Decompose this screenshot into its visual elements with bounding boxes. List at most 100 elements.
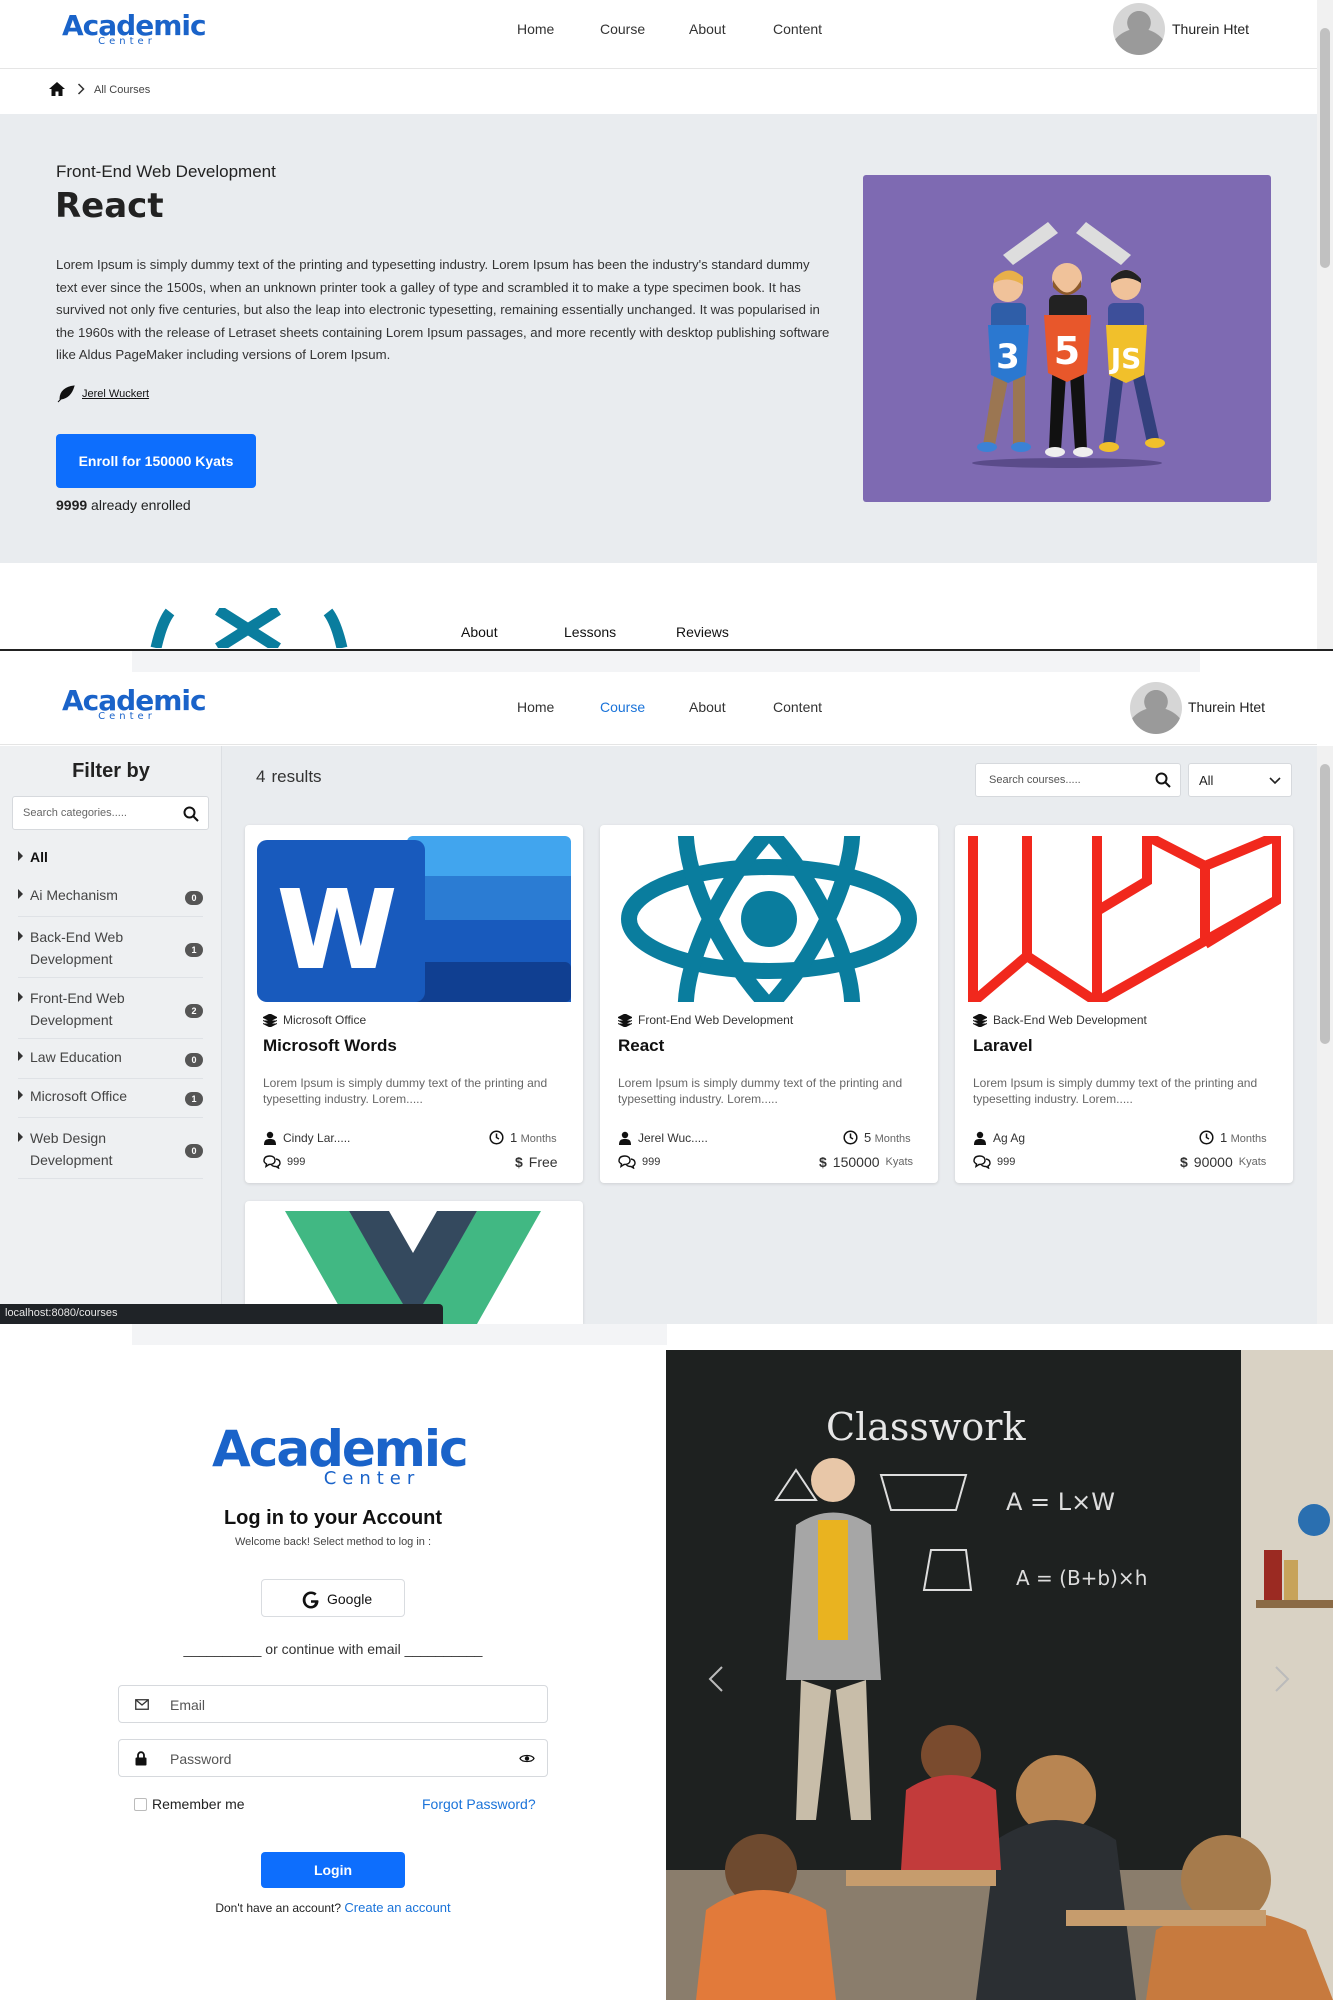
category-count: 2 [185,1004,203,1018]
results-count: 4 results [256,767,322,787]
microsoft-word-icon: W [257,836,571,1002]
category-label: Microsoft Office [30,1088,127,1104]
scrollbar[interactable] [1317,0,1333,650]
price-value: 90000 [1193,1154,1233,1170]
home-icon[interactable] [48,81,66,97]
create-account-link[interactable]: Create an account [344,1900,450,1915]
carousel-next-icon[interactable] [1274,1665,1290,1693]
duration-value: 1 [1220,1130,1228,1145]
tab-about[interactable]: About [461,624,498,640]
instructor-name: Jerel Wuc..... [638,1131,708,1145]
comments-icon [973,1155,991,1169]
course-image: 3 5 JS [863,175,1271,502]
duration-unit: Months [520,1133,557,1145]
search-icon[interactable] [183,806,199,822]
card-price: $ 90000 Kyats [1180,1154,1266,1170]
instructor-name: Ag Ag [993,1131,1026,1145]
login-title: Log in to your Account [223,1507,443,1529]
classroom-illustration: Classwork A = L×W A = (B+b)×h [666,1350,1333,2000]
category-count: 1 [185,943,203,957]
eye-icon[interactable] [519,1753,535,1764]
course-card[interactable]: Back-End Web Development Laravel Lorem I… [955,825,1293,1183]
forgot-password-link[interactable]: Forgot Password? [422,1796,536,1812]
nav-about[interactable]: About [689,21,726,37]
clock-icon [843,1130,858,1145]
classroom-photo: Classwork A = L×W A = (B+b)×h [666,1350,1333,2000]
category-web-design[interactable]: Web Design Development 0 [18,1127,203,1179]
instructor-link[interactable]: Jerel Wuckert [82,388,149,400]
card-title[interactable]: Laravel [973,1036,1033,1056]
nav-course[interactable]: Course [600,21,645,37]
nav-home[interactable]: Home [517,21,554,37]
category-law[interactable]: Law Education 0 [18,1049,203,1079]
react-atom-icon [621,787,917,1051]
results-number: 4 [256,767,266,786]
dollar-icon: $ [515,1154,523,1170]
category-microsoft-office[interactable]: Microsoft Office 1 [18,1088,203,1118]
remember-checkbox[interactable] [134,1798,147,1811]
card-category: Microsoft Office [263,1013,366,1027]
email-divider: __________ or continue with email ______… [183,1641,483,1657]
top-navbar: Academic Center Home Course About Conten… [0,672,1317,745]
password-field[interactable]: Password [118,1739,548,1777]
avatar[interactable] [1130,682,1182,734]
nav-content[interactable]: Content [773,699,822,715]
card-title[interactable]: Microsoft Words [263,1036,397,1056]
course-search-placeholder: Search courses..... [989,774,1081,786]
search-icon[interactable] [1155,772,1171,788]
card-instructor: Cindy Lar..... [263,1131,350,1145]
price-value: Free [528,1154,558,1170]
results-label: results [271,767,322,786]
breadcrumb: All Courses [0,70,1317,114]
carousel-prev-icon[interactable] [708,1665,724,1693]
dollar-icon: $ [819,1154,827,1170]
nav-home[interactable]: Home [517,699,554,715]
user-name[interactable]: Thurein Htet [1188,699,1265,715]
category-front-end[interactable]: Front-End Web Development 2 [18,987,203,1039]
category-search[interactable]: Search categories..... [12,796,209,830]
developers-illustration: 3 5 JS [972,222,1165,468]
course-card[interactable]: W Microsoft Office Microsoft Words Lorem… [245,825,583,1183]
layers-icon [973,1013,987,1027]
nav-content[interactable]: Content [773,21,822,37]
category-count: 0 [185,891,203,905]
card-category: Back-End Web Development [973,1013,1147,1027]
category-count: 1 [185,1092,203,1106]
email-field[interactable]: Email [118,1685,548,1723]
clock-icon [489,1130,504,1145]
chevron-right-icon [77,83,85,95]
login-button[interactable]: Login [261,1852,405,1888]
word-logo: W [257,836,571,1002]
tab-lessons[interactable]: Lessons [564,624,616,640]
scrollbar[interactable] [1317,746,1333,1324]
breadcrumb-current[interactable]: All Courses [94,84,150,96]
card-title[interactable]: React [618,1036,664,1056]
remember-label[interactable]: Remember me [152,1796,245,1812]
avatar[interactable] [1113,3,1165,55]
user-name[interactable]: Thurein Htet [1172,21,1249,37]
password-placeholder: Password [170,1751,232,1767]
enrolled-info: 9999 already enrolled [56,497,191,513]
google-button[interactable]: Google [261,1579,405,1617]
brand-logo[interactable]: Academic Center [62,687,207,722]
nav-course[interactable]: Course [600,699,645,715]
overlap-strip [132,651,1200,672]
category-ai-mechanism[interactable]: Ai Mechanism 0 [18,887,203,917]
category-all[interactable]: All [18,849,203,875]
tab-reviews[interactable]: Reviews [676,624,729,640]
course-category: Front-End Web Development [56,162,276,181]
nav-about[interactable]: About [689,699,726,715]
card-duration: 1 Months [489,1130,557,1145]
enroll-button[interactable]: Enroll for 150000 Kyats [56,434,256,488]
category-back-end[interactable]: Back-End Web Development 1 [18,926,203,978]
brand-logo[interactable]: Academic Center [62,12,207,47]
course-filter-select[interactable]: All [1188,763,1292,797]
course-search[interactable]: Search courses..... [975,763,1181,797]
laravel-logo [967,828,1282,1008]
card-price: $ Free [515,1154,558,1170]
status-url: localhost:8080/courses [5,1307,118,1319]
courses-main: Filter by Search categories..... All Ai … [0,746,1317,1324]
duration-value: 1 [510,1130,518,1145]
category-label: Ai Mechanism [30,887,118,903]
course-card[interactable]: Front-End Web Development React Lorem Ip… [600,787,938,1183]
